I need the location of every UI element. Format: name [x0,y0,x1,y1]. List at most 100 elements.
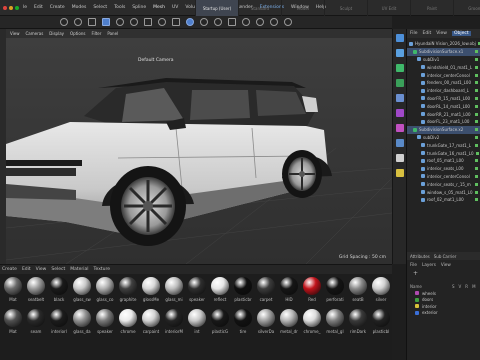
material-swatch[interactable]: chrome_ [301,309,323,339]
object-tree-row[interactable]: interior_centerConsol [407,173,480,181]
material-swatch[interactable]: chrome [117,309,139,339]
3d-viewport[interactable]: Default Camera Grid Spacing: 50 cm [6,38,392,264]
mat-menu-texture[interactable]: Texture [94,267,110,272]
menu-file[interactable]: le [23,5,27,10]
object-tree-row[interactable]: window_s_05_mat1_L0 [407,188,480,196]
tab-attributes[interactable]: Attributes [410,254,430,259]
layer-color-swatch[interactable] [415,304,419,309]
object-tree-row[interactable]: interior_seats_r_15_m [407,180,480,188]
add-layer-icon[interactable]: + [413,271,419,277]
spline-pen-icon[interactable] [200,18,208,26]
field-icon[interactable] [395,94,404,102]
layer-menu-view[interactable]: View [441,262,451,267]
viewport-menu-view[interactable]: View [10,31,20,36]
om-menu-object[interactable]: Object [451,31,471,36]
material-swatch[interactable]: interiorM [163,309,185,339]
material-swatch[interactable]: silver [370,277,392,307]
material-swatch[interactable]: reflect [209,277,231,307]
select-tool-icon[interactable] [102,18,110,26]
layer-color-swatch[interactable] [415,291,419,296]
environment-icon[interactable] [395,139,404,147]
rotate-tool-icon[interactable] [74,18,82,26]
visibility-check-icon[interactable] [475,135,478,139]
material-swatch[interactable]: glossMe [140,277,162,307]
material-swatch[interactable]: metal_gl [324,309,346,339]
visibility-check-icon[interactable] [475,81,478,85]
material-swatch[interactable]: rimDark [347,309,369,339]
material-swatch[interactable]: plasticbl [370,309,392,339]
material-swatch[interactable]: plasticbr [232,277,254,307]
deformer-icon[interactable] [395,109,404,117]
material-swatch[interactable]: graphite [117,277,139,307]
object-tree-row[interactable]: trunkGate_16_mat1_L0 [407,149,480,157]
layout-tab-paint[interactable]: Paint [410,0,453,16]
visibility-check-icon[interactable] [475,89,478,93]
object-tree-row[interactable]: interior_centerConsol [407,71,480,79]
object-tree-row[interactable]: doorRR_21_mat1_L00 [407,110,480,118]
material-swatch[interactable]: interiorl [48,309,70,339]
om-menu-edit[interactable]: Edit [423,31,432,36]
object-tree-row[interactable]: roof_05_mat1_L00 [407,157,480,165]
material-swatch[interactable]: glass_da [71,309,93,339]
axis-icon[interactable] [130,18,138,26]
material-swatch[interactable]: Mat [2,309,24,339]
object-tree-row[interactable]: interior_seats_L00 [407,165,480,173]
maximize-window-icon[interactable] [15,5,19,10]
camera-icon[interactable] [395,154,404,162]
om-menu-file[interactable]: File [410,31,418,36]
menu-select[interactable]: Select [93,5,107,10]
material-swatch[interactable]: Mat [2,277,24,307]
cloner-icon[interactable] [228,18,236,26]
object-tree-row[interactable]: subDiv1 [407,56,480,64]
layer-color-swatch[interactable] [415,297,419,302]
object-tree-row[interactable]: fenders_00_mat1_L00 [407,79,480,87]
menu-tools[interactable]: Tools [114,5,125,10]
mat-menu-edit[interactable]: Edit [22,267,31,272]
viewport-menu-panel[interactable]: Panel [107,31,118,36]
material-swatch[interactable]: perforati [324,277,346,307]
material-swatch[interactable]: glass_mi [163,277,185,307]
layout-tab-startup[interactable]: Startup (User) [195,0,238,16]
material-swatch[interactable]: silverDa [255,309,277,339]
visibility-check-icon[interactable] [475,50,478,54]
material-swatch[interactable]: black [48,277,70,307]
layer-menu-file[interactable]: File [410,262,417,267]
visibility-check-icon[interactable] [475,112,478,116]
viewport-menu-cameras[interactable]: Cameras [26,31,44,36]
subdivision-icon[interactable] [214,18,222,26]
visibility-check-icon[interactable] [475,128,478,132]
material-swatch[interactable]: seam [25,309,47,339]
material-swatch[interactable]: carpet [255,277,277,307]
visibility-check-icon[interactable] [475,65,478,69]
material-swatch[interactable]: glass_co [94,277,116,307]
coordinate-system-icon[interactable] [144,18,152,26]
material-swatch[interactable]: tire [232,309,254,339]
cube-primitive-icon[interactable] [186,18,194,26]
menu-modes[interactable]: Modes [72,5,87,10]
menu-spline[interactable]: Spline [132,5,146,10]
car-model[interactable] [6,38,392,264]
object-tree-row[interactable]: doorRL_14_mat1_L00 [407,102,480,110]
menu-uv[interactable]: UV [172,5,178,10]
layout-tab-groom[interactable]: Groom [453,0,480,16]
move-tool-icon[interactable] [60,18,68,26]
mat-menu-select[interactable]: Select [51,267,65,272]
object-tree-row[interactable]: trunkGate_17_mat1_L [407,141,480,149]
visibility-check-icon[interactable] [475,182,478,186]
visibility-check-icon[interactable] [475,96,478,100]
visibility-check-icon[interactable] [475,143,478,147]
visibility-check-icon[interactable] [475,104,478,108]
layout-tab-standard[interactable]: Standard [238,0,281,16]
light-icon[interactable] [395,169,404,177]
object-tree-row[interactable]: HyundaiN Vision_2026_low.obj [407,40,480,48]
object-tree-row[interactable]: windshield_01_mat1_L [407,63,480,71]
scale-tool-icon[interactable] [88,18,96,26]
close-window-icon[interactable] [3,5,7,10]
object-tree-row[interactable]: subDiv2 [407,134,480,142]
visibility-check-icon[interactable] [475,151,479,155]
minimize-window-icon[interactable] [9,5,13,10]
layer-row[interactable]: exterior [407,310,480,317]
material-swatch[interactable]: Red [301,277,323,307]
visibility-check-icon[interactable] [475,120,478,124]
material-swatch[interactable]: metal_dr [278,309,300,339]
